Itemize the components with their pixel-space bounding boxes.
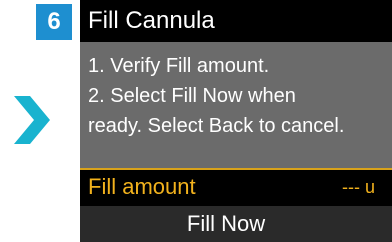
instruction-page: 6 Fill Cannula 1. Verify Fill amount. 2.…	[0, 0, 392, 242]
chevron-right-icon	[14, 96, 50, 144]
pump-screen: Fill Cannula 1. Verify Fill amount. 2. S…	[80, 0, 392, 242]
fill-amount-value: --- u	[342, 177, 375, 197]
step-number-badge: 6	[36, 4, 72, 40]
fill-now-button[interactable]: Fill Now	[80, 206, 392, 242]
instruction-line-1: 1. Verify Fill amount.	[88, 55, 270, 77]
step-number: 6	[47, 8, 61, 35]
fill-amount-label: Fill amount	[88, 174, 196, 199]
fill-amount-row[interactable]: Fill amount --- u	[80, 170, 392, 204]
instruction-message: 1. Verify Fill amount. 2. Select Fill No…	[80, 42, 392, 168]
screen-title: Fill Cannula	[80, 0, 392, 42]
instruction-line-2: 2. Select Fill Now when	[88, 85, 296, 107]
instruction-line-3: ready. Select Back to cancel.	[88, 115, 345, 137]
